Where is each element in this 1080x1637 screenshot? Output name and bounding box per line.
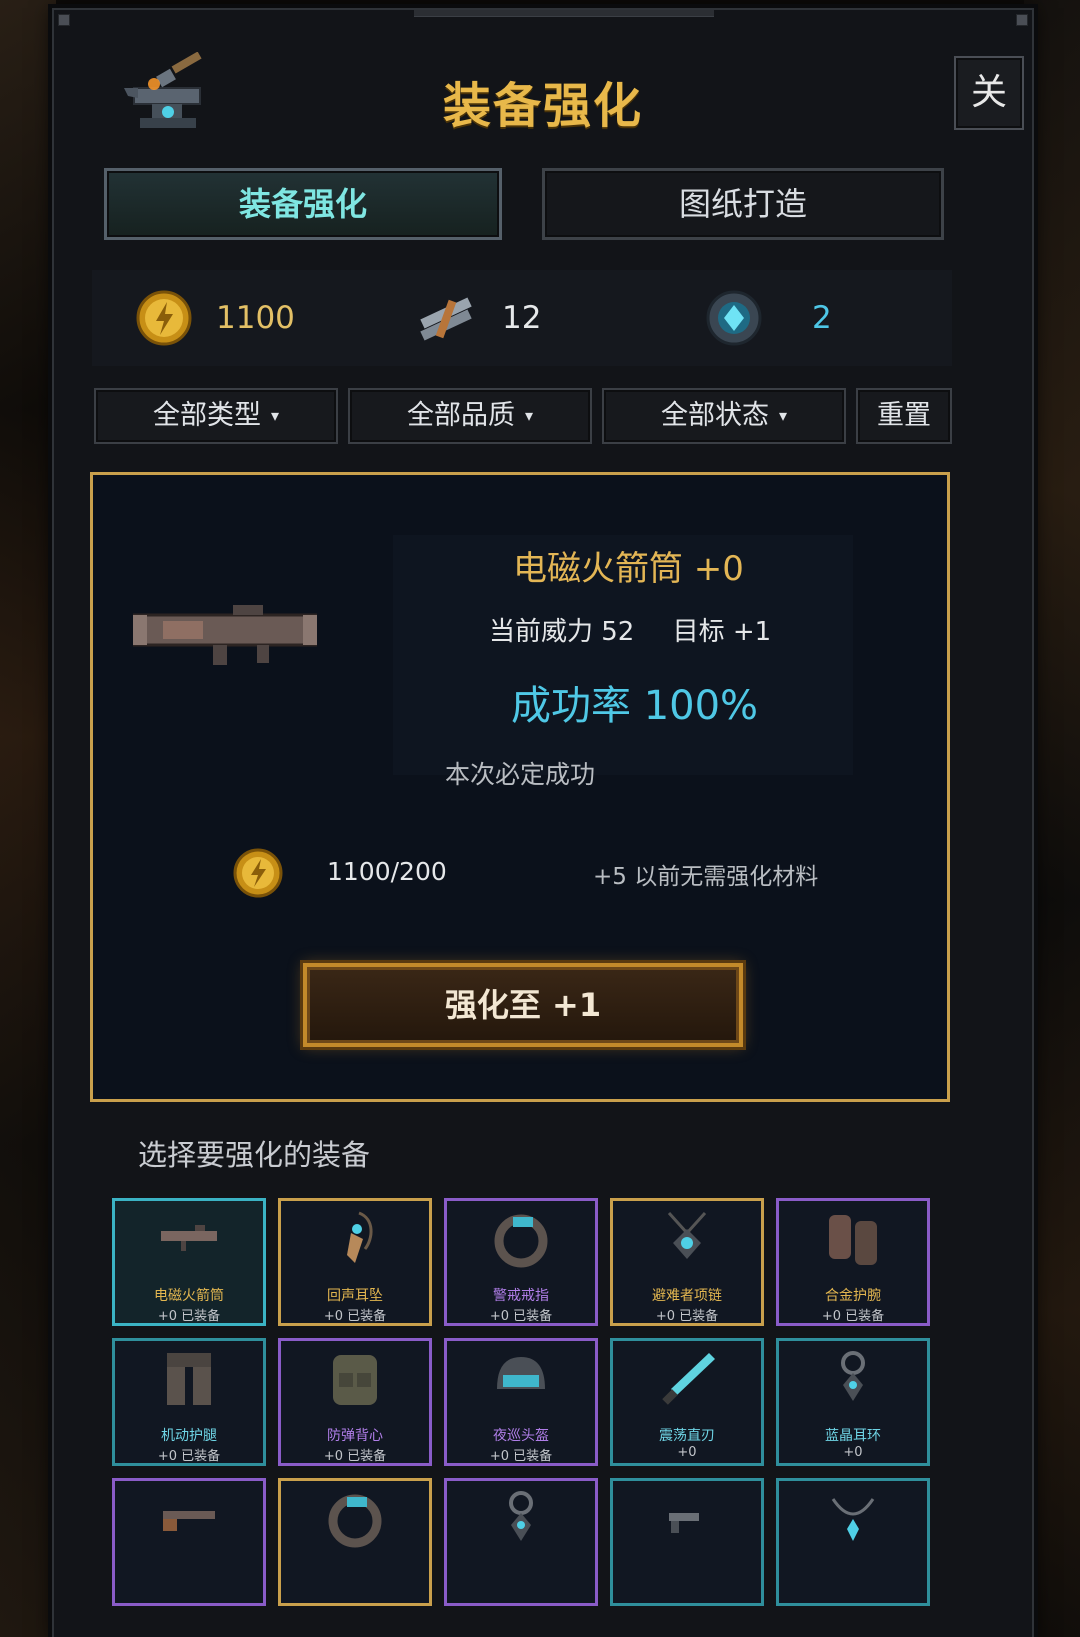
chevron-down-icon: ▾ <box>778 406 788 425</box>
equipment-name: 避难者项链 <box>652 1288 722 1304</box>
filter-quality-dropdown[interactable]: 全部品质 ▾ <box>348 388 592 444</box>
equipment-status: +0 已装备 <box>157 1449 221 1464</box>
gold-coin-icon <box>136 290 192 346</box>
bolt-icon <box>58 14 70 26</box>
equipment-name: 机动护腿 <box>161 1428 217 1444</box>
equipment-slot[interactable]: 电磁火箭筒 +0 已装备 <box>112 1198 266 1326</box>
enhance-window: 装备强化 关 装备强化 图纸打造 1100 12 2 全部类型 ▾ 全部品质 ▾… <box>52 8 1034 1637</box>
equipment-status: +0 已装备 <box>655 1309 719 1324</box>
material-note: +5 以前无需强化材料 <box>593 864 819 890</box>
equipment-name: 夜巡头盔 <box>493 1428 549 1444</box>
earring-icon <box>509 1491 533 1541</box>
equipment-status: +0 <box>677 1445 697 1460</box>
item-name: 电磁火箭筒 +0 <box>513 549 744 589</box>
necklace-icon <box>667 1211 707 1259</box>
ring-icon <box>328 1494 382 1548</box>
equipment-status: +0 已装备 <box>489 1449 553 1464</box>
equipment-status: +0 已装备 <box>323 1309 387 1324</box>
pistol-icon <box>669 1513 699 1533</box>
equipment-slot[interactable]: 蓝晶耳环 +0 <box>776 1338 930 1466</box>
equipment-slot[interactable] <box>112 1478 266 1606</box>
equipment-slot[interactable] <box>444 1478 598 1606</box>
upgrade-button[interactable]: 强化至 +1 <box>303 963 743 1047</box>
equipment-status: +0 <box>843 1445 863 1460</box>
resource-bar: 1100 12 2 <box>92 270 952 366</box>
chevron-down-icon: ▾ <box>524 406 534 425</box>
page-title: 装备强化 <box>442 78 643 134</box>
filter-type-label: 全部类型 <box>152 400 261 431</box>
vest-icon <box>333 1355 377 1405</box>
resource-gold: 1100 <box>136 270 295 366</box>
equipment-slot[interactable] <box>278 1478 432 1606</box>
helmet-icon <box>497 1357 545 1389</box>
cost-row: 1100/200 +5 以前无需强化材料 <box>233 841 873 905</box>
current-power: 当前威力 52 <box>489 617 635 647</box>
equipment-slot[interactable]: 警戒戒指 +0 已装备 <box>444 1198 598 1326</box>
equipment-status: +0 已装备 <box>157 1309 221 1324</box>
necklace-icon <box>831 1498 875 1541</box>
equipment-status: +0 已装备 <box>821 1309 885 1324</box>
gold-amount: 1100 <box>216 300 295 336</box>
bolt-icon <box>1016 14 1028 26</box>
rocket-launcher-icon <box>161 1225 217 1251</box>
equipment-grid: 电磁火箭筒 +0 已装备 回声耳坠 +0 已装备 警戒戒指 +0 已装备 避难者… <box>112 1198 932 1637</box>
equipment-slot[interactable]: 合金护腕 +0 已装备 <box>776 1198 930 1326</box>
leg-armor-icon <box>167 1353 211 1405</box>
material-amount: 12 <box>502 300 542 336</box>
equipment-name: 回声耳坠 <box>327 1288 383 1304</box>
equipment-slot[interactable]: 震荡直刃 +0 <box>610 1338 764 1466</box>
gold-cost: 1100/200 <box>327 857 447 886</box>
equipment-slot[interactable]: 避难者项链 +0 已装备 <box>610 1198 764 1326</box>
close-button[interactable]: 关 <box>954 56 1024 130</box>
equipment-slot[interactable] <box>776 1478 930 1606</box>
equipment-name: 蓝晶耳环 <box>825 1428 881 1444</box>
filter-type-dropdown[interactable]: 全部类型 ▾ <box>94 388 338 444</box>
resource-gem: 2 <box>704 270 832 366</box>
filter-status-label: 全部状态 <box>660 400 769 431</box>
gem-core-icon <box>706 290 762 346</box>
tab-blueprint[interactable]: 图纸打造 <box>542 168 944 240</box>
success-rate: 成功率 100% <box>511 683 759 729</box>
filter-quality-label: 全部品质 <box>406 400 515 431</box>
earring-icon <box>347 1211 373 1263</box>
equipment-name: 防弹背心 <box>327 1428 383 1444</box>
window-top-strip <box>414 10 714 17</box>
equipment-slot[interactable]: 防弹背心 +0 已装备 <box>278 1338 432 1466</box>
tab-enhance[interactable]: 装备强化 <box>104 168 502 240</box>
earring-icon <box>841 1351 865 1401</box>
rocket-launcher-icon <box>133 605 317 665</box>
resource-material: 12 <box>414 270 541 366</box>
equipment-slot[interactable]: 机动护腿 +0 已装备 <box>112 1338 266 1466</box>
equipment-status: +0 已装备 <box>323 1449 387 1464</box>
equipment-status: +0 已装备 <box>489 1309 553 1324</box>
filter-bar: 全部类型 ▾ 全部品质 ▾ 全部状态 ▾ 重置 <box>92 388 992 444</box>
equipment-slot[interactable] <box>610 1478 764 1606</box>
guarantee-text: 本次必定成功 <box>445 760 596 789</box>
gold-coin-icon <box>233 848 283 898</box>
equipment-name: 电磁火箭筒 <box>154 1288 224 1304</box>
target-level: 目标 +1 <box>672 617 772 647</box>
ring-icon <box>494 1214 548 1268</box>
power-line: 当前威力 52 目标 +1 <box>489 611 777 648</box>
equipment-name: 警戒戒指 <box>493 1288 549 1304</box>
bracer-icon <box>829 1215 877 1265</box>
backdrop-left-edge <box>0 0 56 1637</box>
gem-amount: 2 <box>812 300 832 336</box>
reset-button[interactable]: 重置 <box>856 388 952 444</box>
section-heading: 选择要强化的装备 <box>138 1138 371 1172</box>
equipment-name: 震荡直刃 <box>659 1428 715 1444</box>
shotgun-icon <box>163 1511 215 1531</box>
equipment-slot[interactable]: 回声耳坠 +0 已装备 <box>278 1198 432 1326</box>
equipment-slot[interactable]: 夜巡头盔 +0 已装备 <box>444 1338 598 1466</box>
equipment-name: 合金护腕 <box>825 1288 881 1304</box>
chevron-down-icon: ▾ <box>270 406 280 425</box>
filter-status-dropdown[interactable]: 全部状态 ▾ <box>602 388 846 444</box>
blade-icon <box>662 1353 715 1405</box>
material-bundle-icon <box>420 297 472 341</box>
enhance-detail-panel: 电磁火箭筒 +0 当前威力 52 目标 +1 成功率 100% 本次必定成功 1… <box>90 472 950 1102</box>
